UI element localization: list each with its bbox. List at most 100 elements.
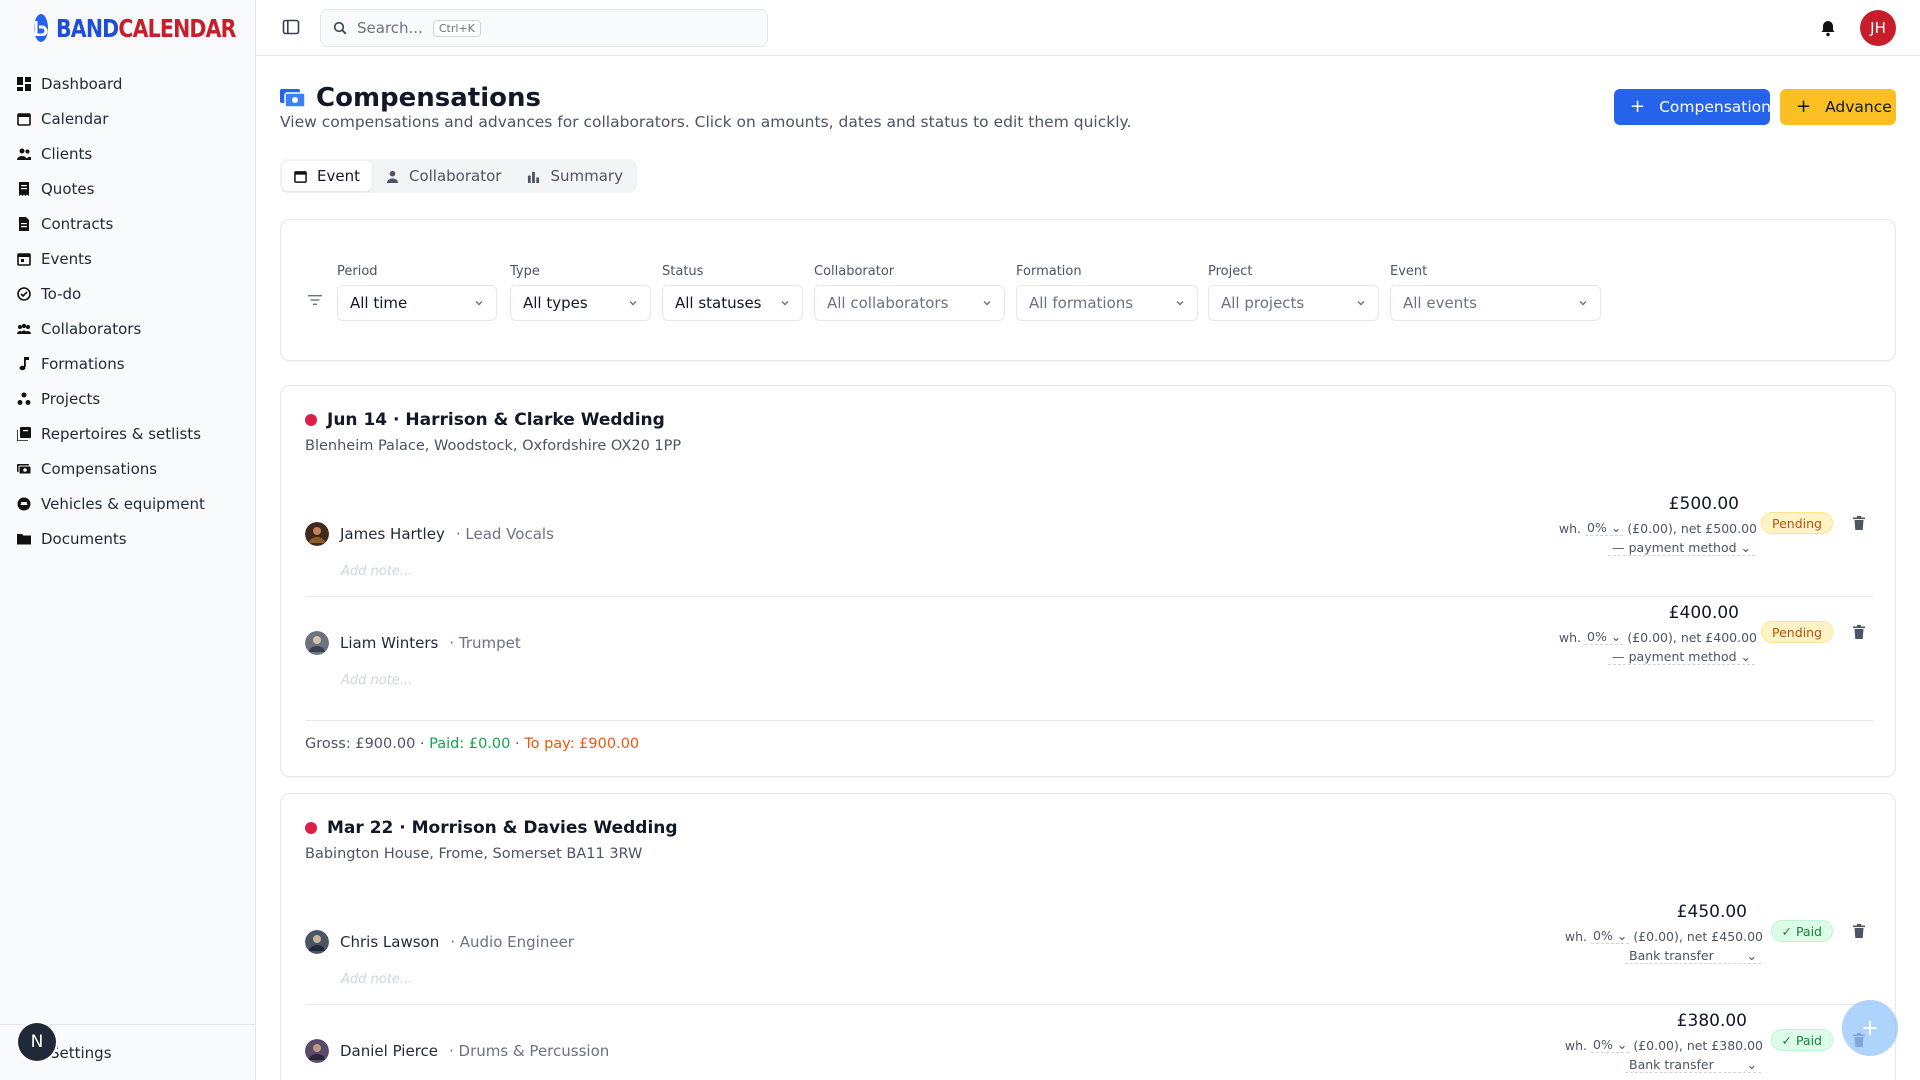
collaborator-name[interactable]: Daniel Pierce [340,1042,438,1060]
tab-summary[interactable]: Summary [515,161,635,191]
withholding: wh. 0% ⌄ (£0.00), net £400.00 [1559,629,1757,645]
sidebar-item-label: Contracts [41,214,114,233]
amount[interactable]: £380.00 [1677,1011,1747,1031]
sidebar-item-events[interactable]: Events [0,241,255,276]
sidebar-item-dashboard[interactable]: Dashboard [0,66,255,101]
dev-badge[interactable]: N [18,1023,56,1061]
payment-method-select[interactable]: Bank transfer ⌄ [1625,948,1761,964]
event-title[interactable]: Mar 22 · Morrison & Davies Wedding [327,818,678,838]
event-location: Babington House, Frome, Somerset BA11 3R… [305,846,643,862]
withholding-select[interactable]: 0% ⌄ [1591,1037,1630,1053]
search-input[interactable]: Search... Ctrl+K [320,9,768,47]
avatar[interactable] [305,1039,329,1063]
select-value: All collaborators [827,294,949,312]
sidebar-item-quotes[interactable]: Quotes [0,171,255,206]
status-badge[interactable]: ✓ Paid [1770,1029,1833,1051]
add-compensation-button[interactable]: + Compensation [1614,89,1771,125]
sidebar-item-label: Calendar [41,109,109,128]
sidebar-item-label: Collaborators [41,319,142,338]
bell-icon[interactable] [1818,18,1838,38]
amount[interactable]: £400.00 [1669,603,1739,623]
filter-label: Event [1390,264,1428,279]
avatar[interactable] [305,522,329,546]
event-title[interactable]: Jun 14 · Harrison & Clarke Wedding [327,410,665,430]
tab-collaborator[interactable]: Collaborator [374,161,513,191]
event-card: Jun 14 · Harrison & Clarke Wedding Blenh… [280,385,1896,777]
event-header: Jun 14 · Harrison & Clarke Wedding [305,410,665,430]
event-header: Mar 22 · Morrison & Davies Wedding [305,818,678,838]
amount[interactable]: £500.00 [1669,494,1739,514]
select-value: All statuses [675,294,762,312]
logo[interactable]: BANDCALENDAR [0,0,255,56]
event-totals: Gross: £900.00 · Paid: £0.00 · To pay: £… [305,736,639,752]
sidebar-item-repertoires[interactable]: Repertoires & setlists [0,416,255,451]
sidebar-item-todo[interactable]: To-do [0,276,255,311]
avatar[interactable] [305,631,329,655]
sidebar-item-collaborators[interactable]: Collaborators [0,311,255,346]
withholding-select[interactable]: 0% ⌄ [1585,520,1624,536]
compensation-row: Chris Lawson · Audio Engineer Add note..… [305,890,1873,990]
chevron-down-icon [781,301,789,306]
withholding-select[interactable]: 0% ⌄ [1591,928,1630,944]
formation-select[interactable]: All formations [1016,285,1198,321]
period-select[interactable]: All time [337,285,497,321]
plus-icon: + [1860,1015,1880,1041]
avatar[interactable] [305,930,329,954]
sidebar-item-vehicles[interactable]: Vehicles & equipment [0,486,255,521]
sidebar-item-contracts[interactable]: Contracts [0,206,255,241]
project-select[interactable]: All projects [1208,285,1379,321]
compensation-row: James Hartley · Lead Vocals Add note... … [305,482,1873,582]
status-badge[interactable]: ✓ Paid [1770,920,1833,942]
search-shortcut: Ctrl+K [432,19,481,37]
totals-separator: · [514,736,520,752]
collaborator-name[interactable]: Liam Winters [340,634,438,652]
filter-formation: Formation All formations [1016,264,1198,321]
tab-event[interactable]: Event [282,161,372,191]
settings-label: Settings [50,1043,112,1062]
payment-method-select[interactable]: Bank transfer ⌄ [1625,1057,1761,1073]
user-avatar[interactable]: JH [1860,10,1896,46]
status-select[interactable]: All statuses [662,285,803,321]
withholding-detail: (£0.00), net £500.00 [1627,520,1757,536]
floating-add-button[interactable]: + [1842,1000,1898,1056]
status-badge[interactable]: Pending [1761,621,1833,643]
sidebar-item-clients[interactable]: Clients [0,136,255,171]
filter-label: Project [1208,264,1253,279]
payment-method-select[interactable]: — payment method ⌄ [1608,540,1755,556]
collaborator-role: · Drums & Percussion [449,1042,610,1060]
type-select[interactable]: All types [510,285,651,321]
sidebar-toggle-icon[interactable] [282,18,300,36]
filter-period: Period All time [337,264,497,321]
sidebar-item-compensations[interactable]: Compensations [0,451,255,486]
withholding-percent: 0% [1587,520,1607,535]
trash-icon[interactable] [1853,924,1865,938]
tab-label: Summary [550,167,623,185]
add-note-field[interactable]: Add note... [341,564,412,579]
status-badge[interactable]: Pending [1761,512,1833,534]
add-advance-button[interactable]: + Advance [1780,89,1896,125]
sidebar-item-label: Compensations [41,459,158,478]
collaborator-name[interactable]: Chris Lawson [340,933,439,951]
withholding: wh. 0% ⌄ (£0.00), net £450.00 [1565,928,1763,944]
sidebar-item-formations[interactable]: Formations [0,346,255,381]
music-note-icon [19,356,29,370]
sidebar-item-calendar[interactable]: Calendar [0,101,255,136]
amount[interactable]: £450.00 [1677,902,1747,922]
collaborator-role: · Trumpet [449,634,521,652]
collaborator-name[interactable]: James Hartley [340,525,445,543]
trash-icon[interactable] [1853,516,1865,530]
add-note-field[interactable]: Add note... [341,972,412,987]
sidebar-item-label: Dashboard [41,74,123,93]
trash-icon[interactable] [1853,625,1865,639]
filter-label: Status [662,264,704,279]
sidebar-item-documents[interactable]: Documents [0,521,255,556]
payment-method-select[interactable]: — payment method ⌄ [1608,649,1755,665]
withholding-select[interactable]: 0% ⌄ [1585,629,1624,645]
collaborator-select[interactable]: All collaborators [814,285,1005,321]
add-note-field[interactable]: Add note... [341,673,412,688]
event-select[interactable]: All events [1390,285,1601,321]
sidebar-item-projects[interactable]: Projects [0,381,255,416]
dev-badge-letter: N [30,1032,44,1052]
event-status-dot [305,822,317,834]
withholding-detail: (£0.00), net £400.00 [1627,629,1757,645]
